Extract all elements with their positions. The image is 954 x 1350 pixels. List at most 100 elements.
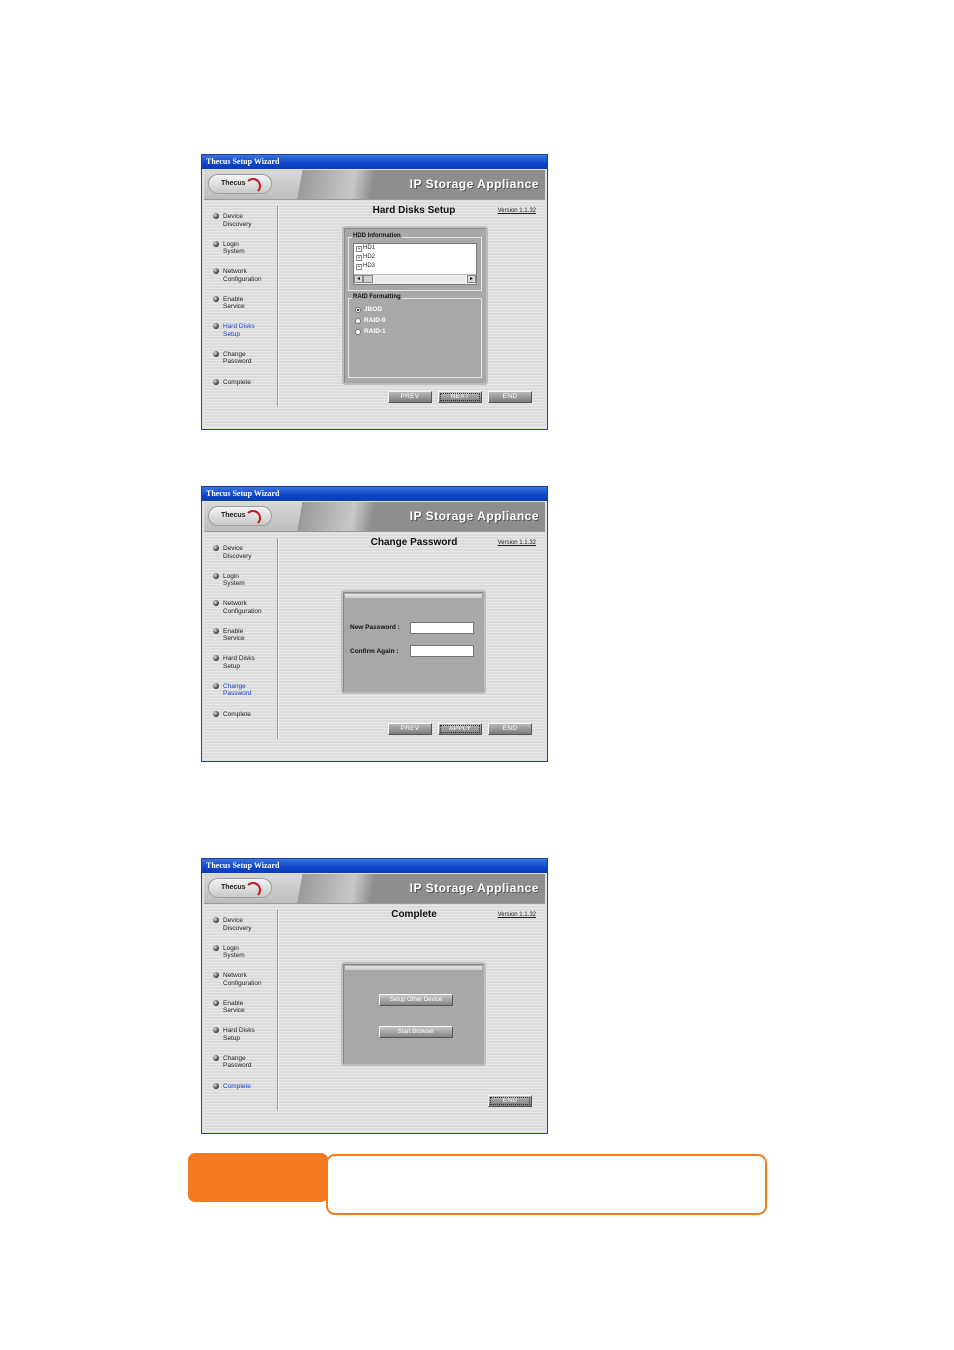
hdd-tree-item[interactable]: + HD3 <box>354 262 476 271</box>
logo-text: Thecus <box>221 884 246 891</box>
sidebar-divider <box>277 206 278 407</box>
new-password-label: New Password : <box>350 624 400 631</box>
banner-title: IP Storage Appliance <box>409 177 539 191</box>
scroll-right-icon[interactable]: ▸ <box>467 275 476 283</box>
next-button[interactable]: NEXT <box>438 391 482 403</box>
step-label: Enable <box>223 295 244 303</box>
step-bullet-icon <box>213 627 219 634</box>
version-link[interactable]: Version 1.1.32 <box>498 208 536 214</box>
step-login-system[interactable]: Login System <box>212 944 280 973</box>
step-bullet-icon <box>213 295 219 302</box>
step-label: Hard Disks <box>223 1027 255 1035</box>
step-bullet-icon <box>213 1054 219 1061</box>
end-button[interactable]: END <box>488 391 532 403</box>
step-bullet-icon <box>213 917 219 923</box>
step-hard-disks-setup[interactable]: Hard Disks Setup <box>212 1027 280 1055</box>
raid-option-label: RAID-0 <box>364 317 386 324</box>
window-titlebar[interactable]: Thecus Setup Wizard <box>202 859 547 873</box>
step-bullet-icon <box>213 545 219 551</box>
step-label: Login <box>223 240 239 248</box>
step-label: Complete <box>223 1082 251 1090</box>
hdd-tree[interactable]: + HD1 + HD2 + HD3 ◂ ▸ <box>353 243 477 285</box>
page-title: Complete <box>391 909 437 920</box>
scroll-left-icon[interactable]: ◂ <box>354 275 363 283</box>
prev-button[interactable]: PREV <box>388 723 432 735</box>
hdd-information-legend: HDD Information <box>352 233 402 239</box>
horizontal-scrollbar[interactable]: ◂ ▸ <box>354 274 476 284</box>
step-login-system[interactable]: Login System <box>212 572 280 601</box>
step-label: Discovery <box>223 220 252 228</box>
sidebar-divider <box>277 910 278 1111</box>
step-label: Service <box>223 303 245 311</box>
hdd-tree-item[interactable]: + HD2 <box>354 253 476 262</box>
step-label: Configuration <box>223 275 262 283</box>
step-bullet-icon <box>213 682 219 689</box>
raid-option-raid0[interactable]: RAID-0 <box>351 316 386 327</box>
version-link[interactable]: Version 1.1.32 <box>498 540 536 546</box>
step-label: Service <box>223 1007 245 1015</box>
step-label: System <box>223 248 245 256</box>
step-label: Change <box>223 1054 246 1062</box>
step-device-discovery[interactable]: Device Discovery <box>212 545 280 573</box>
banner-title: IP Storage Appliance <box>409 881 539 895</box>
window-titlebar[interactable]: Thecus Setup Wizard <box>202 155 547 169</box>
radio-checked-icon[interactable] <box>355 307 361 313</box>
page-title: Hard Disks Setup <box>372 205 456 216</box>
confirm-password-label: Confirm Again : <box>350 648 399 655</box>
raid-option-jbod[interactable]: JBOD <box>351 305 386 316</box>
step-label: Change <box>223 682 246 690</box>
step-label: Discovery <box>223 552 252 560</box>
step-complete[interactable]: Complete <box>212 378 280 407</box>
confirm-password-input[interactable] <box>410 645 474 657</box>
step-hard-disks-setup[interactable]: Hard Disks Setup <box>212 323 280 351</box>
start-browser-button[interactable]: Start Browser <box>379 1026 453 1038</box>
step-network-configuration[interactable]: Network Configuration <box>212 268 280 296</box>
step-enable-service[interactable]: Enable Service <box>212 999 280 1028</box>
step-label: Change <box>223 350 246 358</box>
expand-plus-icon[interactable]: + <box>356 264 362 270</box>
step-enable-service[interactable]: Enable Service <box>212 295 280 324</box>
radio-icon[interactable] <box>355 329 361 335</box>
step-change-password[interactable]: Change Password <box>212 682 280 711</box>
radio-icon[interactable] <box>355 318 361 324</box>
step-label: Network <box>223 600 247 608</box>
step-bullet-icon <box>213 944 219 951</box>
expand-plus-icon[interactable]: + <box>356 246 362 252</box>
hdd-panel: HDD Information + HD1 + HD2 + HD3 ◂ ▸ RAID … <box>342 226 488 385</box>
step-label: Configuration <box>223 607 262 615</box>
raid-option-raid1[interactable]: RAID-1 <box>351 327 386 338</box>
step-change-password[interactable]: Change Password <box>212 350 280 379</box>
step-complete[interactable]: Complete <box>212 710 280 739</box>
setup-other-device-button[interactable]: Setup Other Device <box>379 994 453 1006</box>
panel-header-strip <box>345 594 482 598</box>
scroll-thumb[interactable] <box>363 275 373 283</box>
content-area: Device Discovery Login System Network Confi… <box>204 904 545 1131</box>
step-enable-service[interactable]: Enable Service <box>212 627 280 656</box>
window-titlebar[interactable]: Thecus Setup Wizard <box>202 487 547 501</box>
step-bullet-icon <box>213 572 219 579</box>
apply-button[interactable]: APPLY <box>438 723 482 735</box>
prev-button[interactable]: PREV <box>388 391 432 403</box>
step-hard-disks-setup[interactable]: Hard Disks Setup <box>212 655 280 683</box>
banner: Thecus IP Storage Appliance <box>204 170 545 200</box>
hdd-tree-item[interactable]: + HD1 <box>354 244 476 253</box>
step-label: Device <box>223 545 243 552</box>
step-label: Password <box>223 1062 252 1070</box>
hdd-label: HD3 <box>363 263 376 269</box>
step-device-discovery[interactable]: Device Discovery <box>212 917 280 945</box>
step-network-configuration[interactable]: Network Configuration <box>212 972 280 1000</box>
end-button[interactable]: END <box>488 723 532 735</box>
new-password-input[interactable] <box>410 622 474 634</box>
step-bullet-icon <box>213 268 219 275</box>
step-network-configuration[interactable]: Network Configuration <box>212 600 280 628</box>
expand-plus-icon[interactable]: + <box>356 255 362 261</box>
step-label: Hard Disks <box>223 655 255 663</box>
step-login-system[interactable]: Login System <box>212 240 280 269</box>
end-button[interactable]: END <box>488 1095 532 1107</box>
step-device-discovery[interactable]: Device Discovery <box>212 213 280 241</box>
step-complete[interactable]: Complete <box>212 1082 280 1111</box>
step-change-password[interactable]: Change Password <box>212 1054 280 1083</box>
version-link[interactable]: Version 1.1.32 <box>498 912 536 918</box>
wizard-window-hard-disks: Thecus Setup Wizard Thecus IP Storage Ap… <box>201 154 548 430</box>
note-box <box>326 1154 767 1215</box>
